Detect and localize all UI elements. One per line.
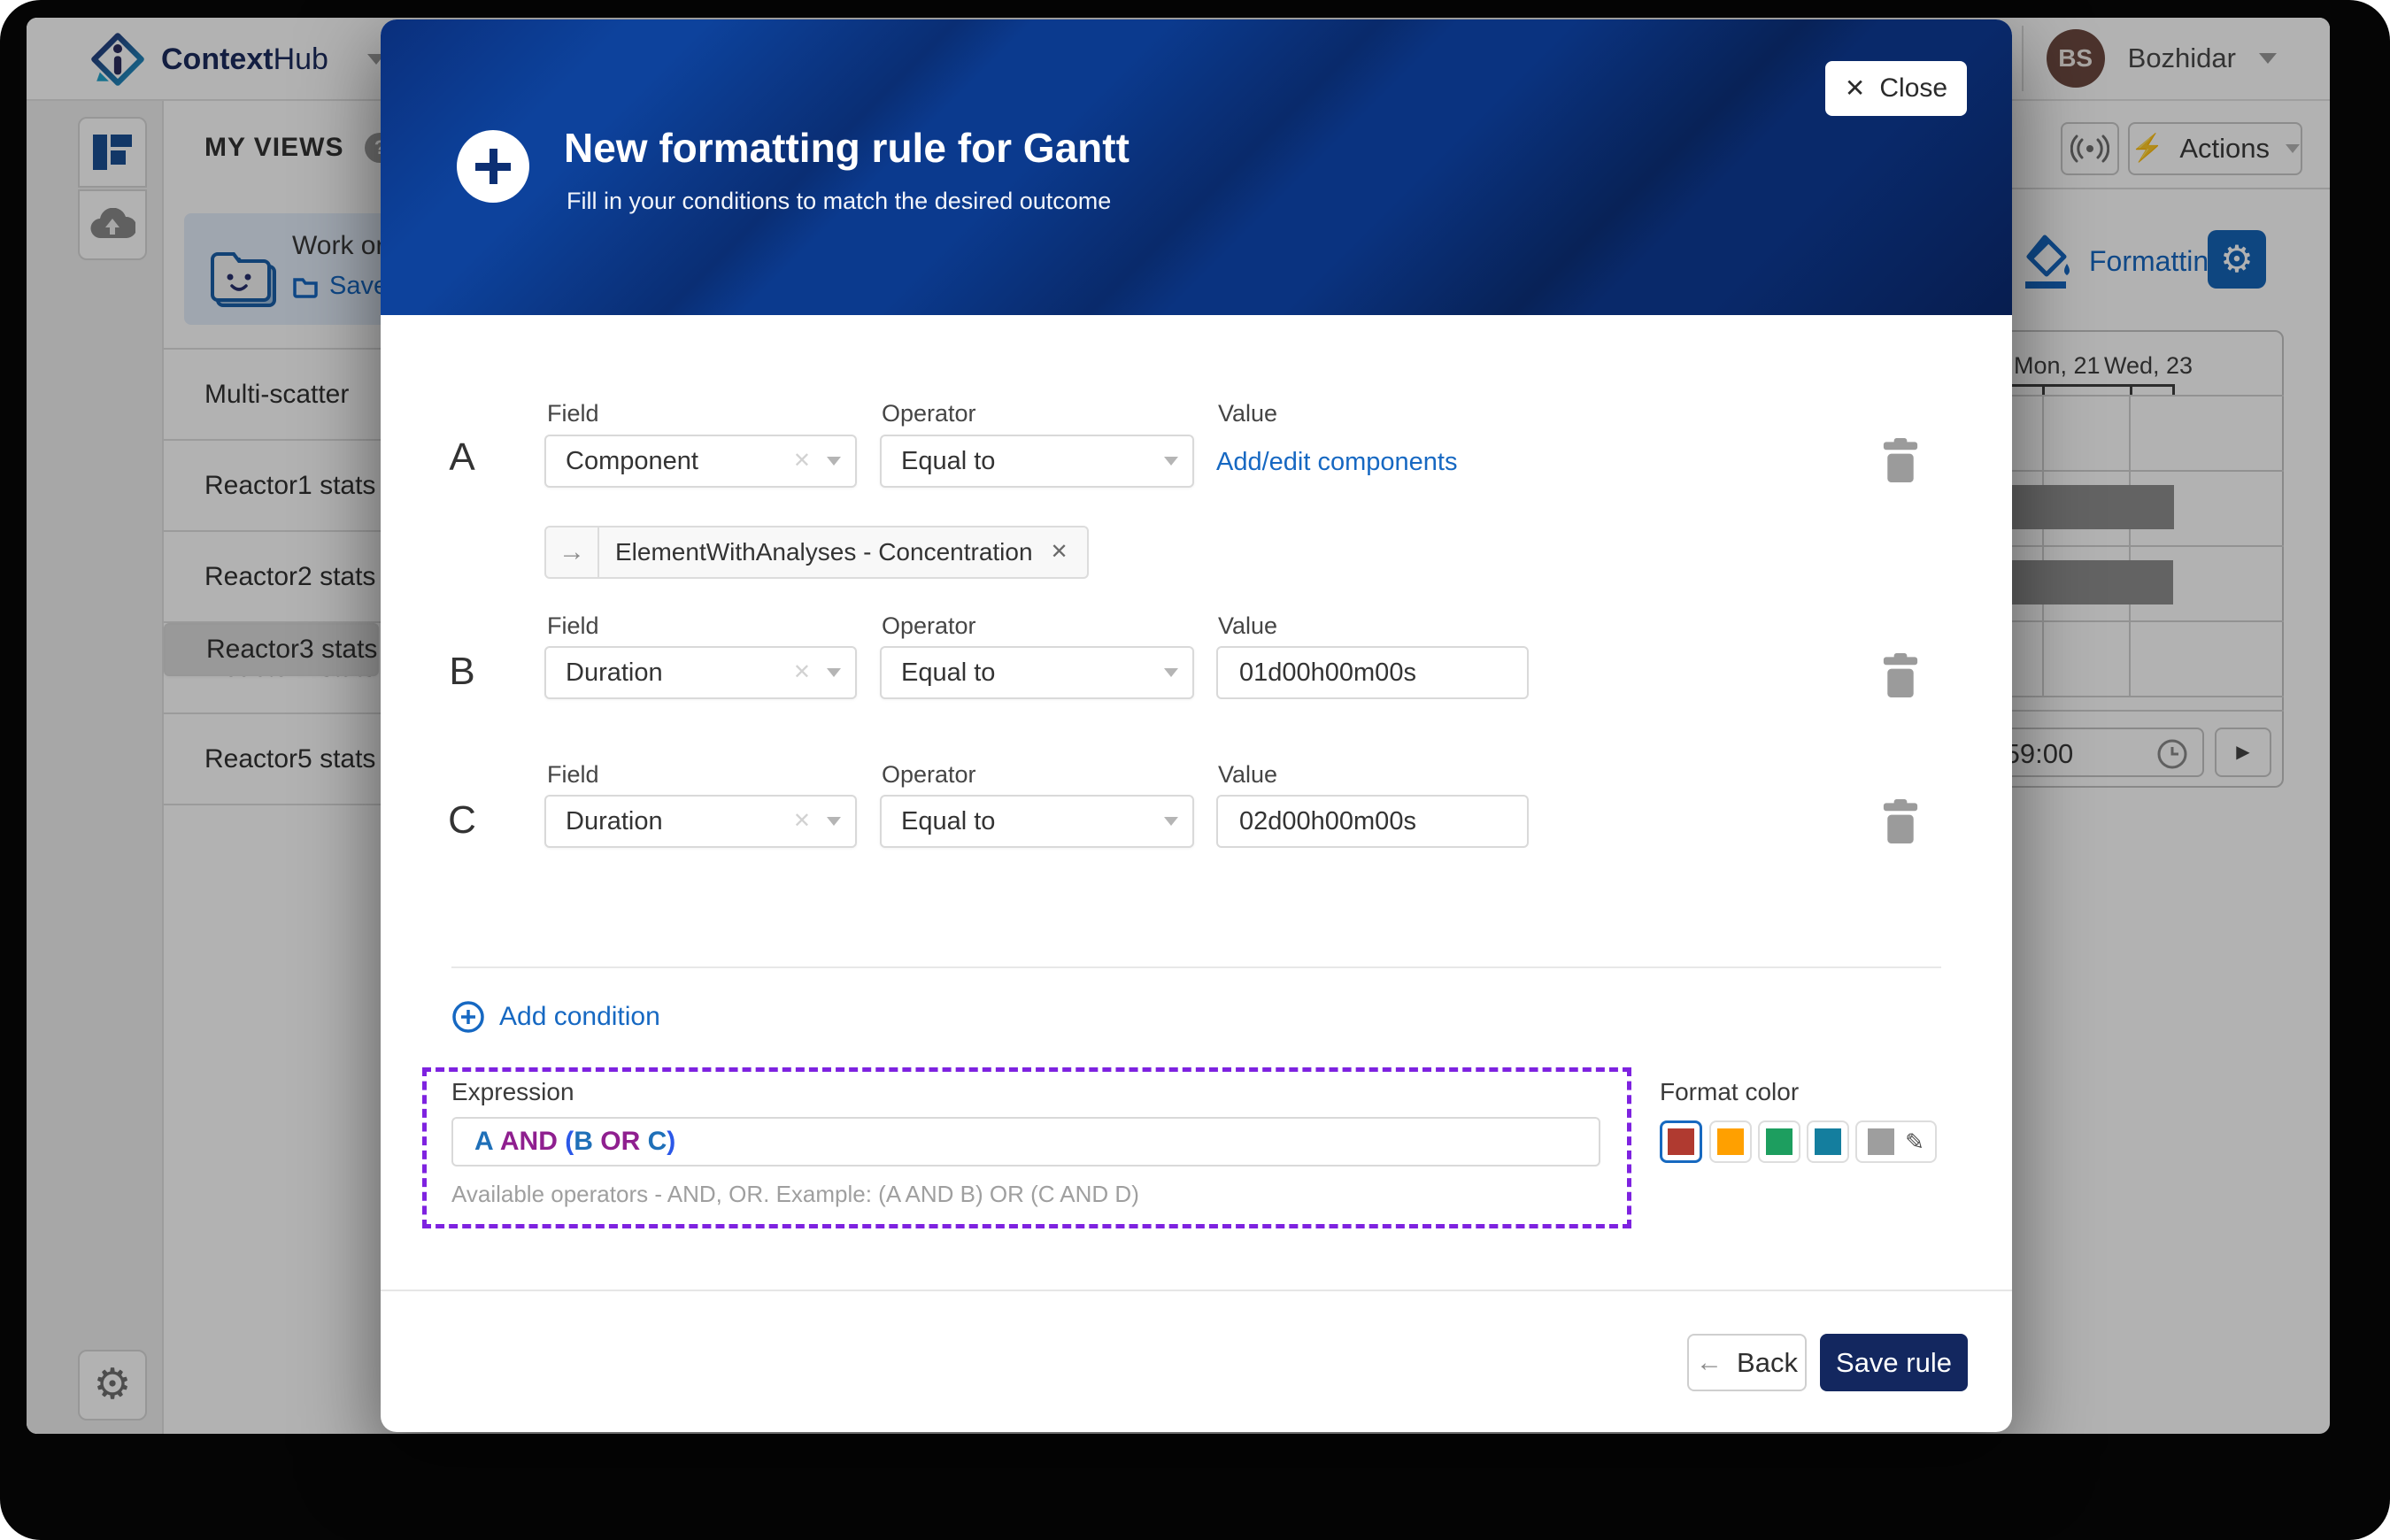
clear-icon[interactable]: ✕ bbox=[793, 662, 811, 683]
close-label: Close bbox=[1879, 73, 1947, 104]
value-text: 02d00h00m00s bbox=[1239, 807, 1416, 836]
expression-token: A bbox=[474, 1127, 500, 1157]
field-column-label: Field bbox=[547, 400, 599, 427]
delete-condition-b-trash-icon[interactable] bbox=[1881, 653, 1920, 697]
operator-value: Equal to bbox=[882, 807, 1164, 836]
swatch-fill bbox=[1668, 1128, 1694, 1155]
field-value: Duration bbox=[546, 807, 793, 836]
value-text: 01d00h00m00s bbox=[1239, 658, 1416, 688]
operator-select-a[interactable]: Equal to bbox=[880, 435, 1194, 488]
footer-divider bbox=[381, 1290, 2012, 1291]
delete-condition-c-trash-icon[interactable] bbox=[1881, 799, 1920, 843]
field-column-label: Field bbox=[547, 612, 599, 640]
operator-select-b[interactable]: Equal to bbox=[880, 646, 1194, 699]
custom-color-swatch[interactable]: ✎ bbox=[1855, 1120, 1937, 1163]
back-button[interactable]: ← Back bbox=[1687, 1334, 1807, 1391]
select-chevron-down-icon[interactable] bbox=[827, 817, 841, 826]
modal-subtitle: Fill in your conditions to match the des… bbox=[567, 188, 1111, 215]
operator-select-c[interactable]: Equal to bbox=[880, 795, 1194, 848]
field-select-b[interactable]: Duration ✕ bbox=[544, 646, 857, 699]
expression-token: B bbox=[574, 1127, 600, 1157]
select-chevron-down-icon[interactable] bbox=[1164, 817, 1178, 826]
condition-letter-a: A bbox=[436, 435, 489, 480]
arrow-left-icon: ← bbox=[1696, 1350, 1723, 1376]
expression-token: ) bbox=[667, 1127, 675, 1157]
swatch-fill bbox=[1868, 1128, 1894, 1155]
expression-token: OR bbox=[600, 1127, 647, 1157]
add-edit-components-link[interactable]: Add/edit components bbox=[1216, 448, 1457, 477]
pencil-icon: ✎ bbox=[1905, 1130, 1924, 1153]
add-condition-label: Add condition bbox=[499, 1002, 660, 1032]
back-label: Back bbox=[1737, 1347, 1798, 1379]
field-column-label: Field bbox=[547, 761, 599, 789]
value-column-label: Value bbox=[1218, 612, 1277, 640]
swatch-fill bbox=[1766, 1128, 1792, 1155]
operator-column-label: Operator bbox=[882, 400, 976, 427]
expression-help-text: Available operators - AND, OR. Example: … bbox=[451, 1181, 1139, 1208]
value-column-label: Value bbox=[1218, 761, 1277, 789]
swatch-fill bbox=[1815, 1128, 1841, 1155]
color-swatch-green[interactable] bbox=[1758, 1120, 1800, 1163]
expression-token: C bbox=[648, 1127, 667, 1157]
swatch-fill bbox=[1717, 1128, 1744, 1155]
close-icon: ✕ bbox=[1845, 76, 1865, 101]
operator-value: Equal to bbox=[882, 447, 1164, 476]
component-chip: → ElementWithAnalyses - Concentration ✕ bbox=[544, 526, 1089, 579]
add-condition-button[interactable]: Add condition bbox=[451, 1000, 660, 1034]
arrow-right-icon: → bbox=[546, 527, 599, 577]
clear-icon[interactable]: ✕ bbox=[793, 450, 811, 472]
operator-value: Equal to bbox=[882, 658, 1164, 688]
close-button[interactable]: ✕ Close bbox=[1825, 61, 1967, 116]
plus-circle-outline-icon bbox=[451, 1000, 485, 1034]
chip-remove-icon[interactable]: ✕ bbox=[1051, 542, 1068, 563]
operator-column-label: Operator bbox=[882, 612, 976, 640]
save-rule-button[interactable]: Save rule bbox=[1820, 1334, 1968, 1391]
field-select-a[interactable]: Component ✕ bbox=[544, 435, 857, 488]
value-input-b[interactable]: 01d00h00m00s bbox=[1216, 646, 1529, 699]
color-swatch-red[interactable] bbox=[1660, 1120, 1702, 1163]
expression-label: Expression bbox=[451, 1078, 574, 1106]
operator-column-label: Operator bbox=[882, 761, 976, 789]
expression-token: ( bbox=[565, 1127, 574, 1157]
modal-title: New formatting rule for Gantt bbox=[564, 124, 1129, 172]
select-chevron-down-icon[interactable] bbox=[1164, 668, 1178, 677]
field-select-c[interactable]: Duration ✕ bbox=[544, 795, 857, 848]
format-color-label: Format color bbox=[1660, 1078, 1799, 1106]
condition-letter-c: C bbox=[436, 798, 489, 843]
field-value: Component bbox=[546, 447, 793, 476]
value-column-label: Value bbox=[1218, 400, 1277, 427]
delete-condition-a-trash-icon[interactable] bbox=[1881, 438, 1920, 482]
save-rule-label: Save rule bbox=[1836, 1347, 1952, 1379]
select-chevron-down-icon[interactable] bbox=[827, 668, 841, 677]
color-swatch-teal[interactable] bbox=[1807, 1120, 1849, 1163]
modal-header: New formatting rule for Gantt Fill in yo… bbox=[381, 19, 2012, 315]
field-value: Duration bbox=[546, 658, 793, 688]
expression-input[interactable]: A AND (B OR C) bbox=[451, 1117, 1600, 1167]
screenshot-frame: ContextHub BS Bozhidar bbox=[0, 0, 2390, 1540]
section-divider bbox=[451, 966, 1941, 968]
chip-label: ElementWithAnalyses - Concentration bbox=[599, 538, 1033, 566]
expression-token: AND bbox=[500, 1127, 565, 1157]
value-input-c[interactable]: 02d00h00m00s bbox=[1216, 795, 1529, 848]
condition-letter-b: B bbox=[436, 650, 489, 694]
clear-icon[interactable]: ✕ bbox=[793, 811, 811, 832]
formatting-rule-modal: New formatting rule for Gantt Fill in yo… bbox=[381, 19, 2012, 1432]
select-chevron-down-icon[interactable] bbox=[827, 457, 841, 466]
plus-circle-icon bbox=[457, 130, 529, 203]
select-chevron-down-icon[interactable] bbox=[1164, 457, 1178, 466]
color-swatch-orange[interactable] bbox=[1709, 1120, 1752, 1163]
